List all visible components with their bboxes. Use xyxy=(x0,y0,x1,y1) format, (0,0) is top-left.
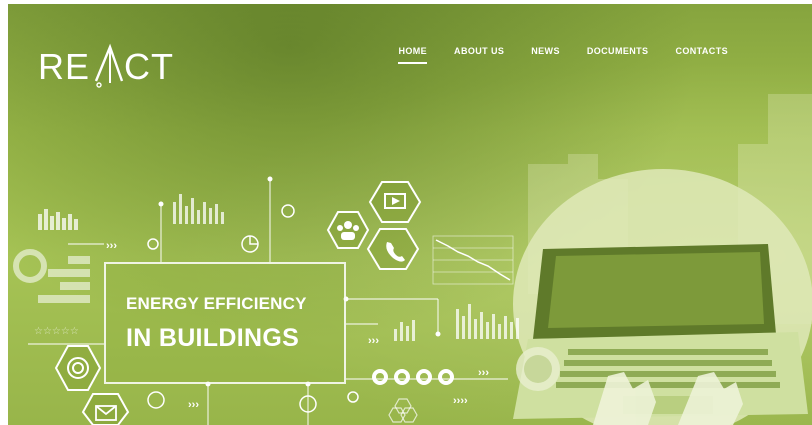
hero-banner: ››› ››› ››› ››› ›››› ☆☆☆☆☆ RE CT HOME AB… xyxy=(8,4,812,425)
svg-text:›››: ››› xyxy=(188,399,199,411)
laptop-icon xyxy=(513,244,808,419)
svg-text:RE: RE xyxy=(38,46,90,87)
svg-text:›››: ››› xyxy=(106,240,117,252)
svg-text:››››: ›››› xyxy=(453,395,468,407)
main-nav: HOME ABOUT US NEWS DOCUMENTS CONTACTS xyxy=(398,46,728,64)
hero-headline-box: ENERGY EFFICIENCY IN BUILDINGS xyxy=(104,262,346,384)
nav-documents[interactable]: DOCUMENTS xyxy=(587,46,649,64)
nav-news[interactable]: NEWS xyxy=(531,46,560,64)
svg-text:☆☆☆☆☆: ☆☆☆☆☆ xyxy=(34,326,79,337)
nav-home[interactable]: HOME xyxy=(398,46,428,64)
hero-title-line2: IN BUILDINGS xyxy=(126,323,300,352)
svg-text:CT: CT xyxy=(124,46,174,87)
logo[interactable]: RE CT xyxy=(38,42,188,92)
nav-about-us[interactable]: ABOUT US xyxy=(454,46,504,64)
svg-text:›››: ››› xyxy=(478,367,489,379)
hero-title-line1: ENERGY EFFICIENCY xyxy=(126,293,307,313)
nav-contacts[interactable]: CONTACTS xyxy=(675,46,728,64)
react-logo: RE CT xyxy=(38,43,174,88)
svg-text:›››: ››› xyxy=(368,335,379,347)
